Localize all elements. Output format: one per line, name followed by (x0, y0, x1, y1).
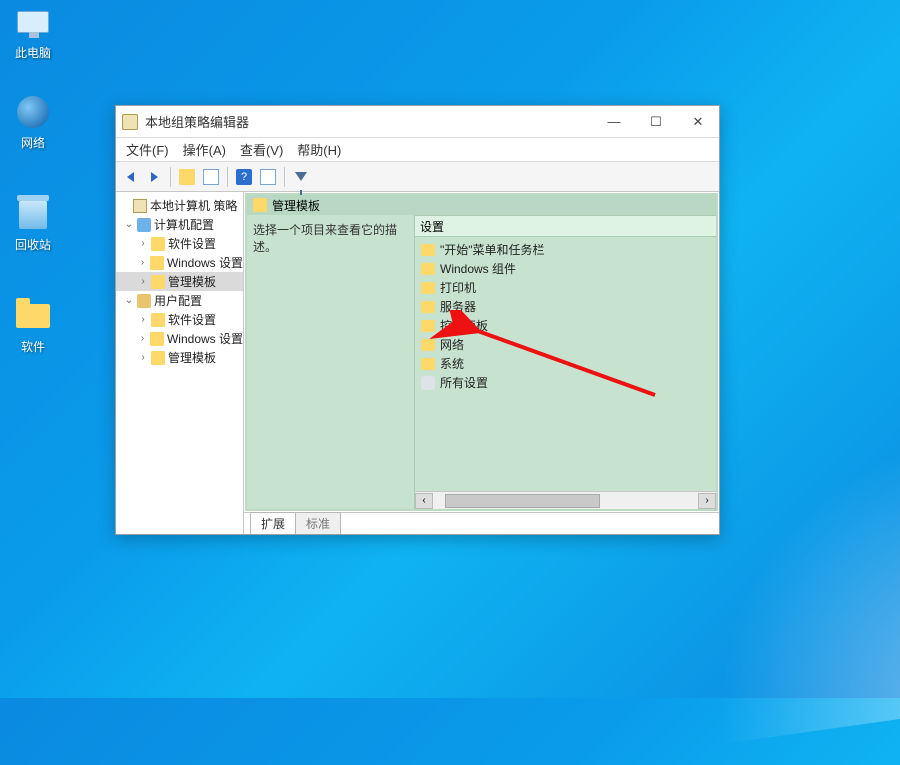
setting-server[interactable]: 服务器 (415, 297, 716, 316)
tree-computer-config[interactable]: ⌄ 计算机配置 (116, 215, 243, 234)
column-header-settings[interactable]: 设置 (415, 215, 716, 237)
help-button[interactable]: ? (233, 166, 255, 188)
tree-admin-templates-user[interactable]: › 管理模板 (116, 348, 243, 367)
scroll-thumb[interactable] (445, 494, 600, 508)
folder-up-icon (179, 169, 195, 185)
setting-start-menu[interactable]: "开始"菜单和任务栏 (415, 240, 716, 259)
setting-control-panel[interactable]: 控制面板 (415, 316, 716, 335)
scroll-left-button[interactable]: ‹ (415, 493, 433, 509)
folder-icon (150, 332, 164, 346)
desktop-icon-label: 网络 (21, 134, 45, 151)
menu-help[interactable]: 帮助(H) (297, 140, 341, 159)
tab-standard[interactable]: 标准 (295, 512, 341, 534)
scroll-right-button[interactable]: › (698, 493, 716, 509)
toolbar: ? (116, 162, 719, 192)
folder-icon (421, 263, 435, 275)
titlebar[interactable]: 本地组策略编辑器 — ☐ ✕ (116, 106, 719, 138)
setting-network[interactable]: 网络 (415, 335, 716, 354)
folder-icon (421, 244, 435, 256)
desktop-icon-network[interactable]: 网络 (0, 92, 67, 151)
desktop-icon-software[interactable]: 软件 (0, 296, 67, 355)
back-button[interactable] (119, 166, 141, 188)
window-title: 本地组策略编辑器 (145, 112, 249, 131)
folder-icon (16, 304, 50, 328)
properties-icon (260, 169, 276, 185)
folder-icon (151, 275, 165, 289)
list-icon (203, 169, 219, 185)
tree-user-config[interactable]: ⌄ 用户配置 (116, 291, 243, 310)
folder-icon (253, 198, 267, 212)
folder-icon (421, 339, 435, 351)
computer-icon (137, 218, 151, 232)
settings-list[interactable]: "开始"菜单和任务栏 Windows 组件 打印机 (415, 237, 716, 491)
user-icon (137, 294, 151, 308)
recycle-bin-icon (19, 199, 47, 229)
up-button[interactable] (176, 166, 198, 188)
tree-windows-settings[interactable]: › Windows 设置 (116, 253, 243, 272)
desktop-icon-recycle-bin[interactable]: 回收站 (0, 194, 67, 253)
content-pane: 管理模板 选择一个项目来查看它的描述。 设置 "开始"菜单和任务栏 (244, 192, 719, 534)
setting-all-settings[interactable]: 所有设置 (415, 373, 716, 392)
setting-windows-components[interactable]: Windows 组件 (415, 259, 716, 278)
desktop-icon-label: 此电脑 (15, 44, 51, 61)
tree-software-settings[interactable]: › 软件设置 (116, 234, 243, 253)
properties-button[interactable] (257, 166, 279, 188)
filter-button[interactable] (290, 166, 312, 188)
help-icon: ? (236, 169, 252, 185)
folder-icon (151, 237, 165, 251)
view-tabs: 扩展 标准 (244, 512, 719, 534)
policy-icon (133, 199, 147, 213)
forward-button[interactable] (143, 166, 165, 188)
globe-icon (17, 96, 49, 128)
folder-icon (421, 282, 435, 294)
tree-pane[interactable]: 本地计算机 策略 ⌄ 计算机配置 › 软件设置 › Windows 设置 › 管… (116, 192, 244, 534)
desktop-icon-label: 软件 (21, 338, 45, 355)
tree-root[interactable]: 本地计算机 策略 (116, 196, 243, 215)
menu-view[interactable]: 查看(V) (240, 140, 283, 159)
setting-printers[interactable]: 打印机 (415, 278, 716, 297)
show-hide-tree-button[interactable] (200, 166, 222, 188)
setting-system[interactable]: 系统 (415, 354, 716, 373)
folder-icon (421, 301, 435, 313)
menu-file[interactable]: 文件(F) (126, 140, 169, 159)
close-button[interactable]: ✕ (677, 106, 719, 138)
folder-icon (151, 351, 165, 365)
description-column: 选择一个项目来查看它的描述。 (247, 215, 415, 509)
arrow-left-icon (127, 172, 134, 182)
desktop-icon-this-pc[interactable]: 此电脑 (0, 2, 67, 61)
tree-windows-settings-user[interactable]: › Windows 设置 (116, 329, 243, 348)
desktop-icon-label: 回收站 (15, 236, 51, 253)
menubar: 文件(F) 操作(A) 查看(V) 帮助(H) (116, 138, 719, 162)
tree-admin-templates[interactable]: › 管理模板 (116, 272, 243, 291)
menu-action[interactable]: 操作(A) (183, 140, 226, 159)
pc-icon (17, 11, 49, 33)
arrow-right-icon (151, 172, 158, 182)
tree-software-settings-user[interactable]: › 软件设置 (116, 310, 243, 329)
folder-icon (421, 358, 435, 370)
gpedit-window: 本地组策略编辑器 — ☐ ✕ 文件(F) 操作(A) 查看(V) 帮助(H) ? (115, 105, 720, 535)
filter-icon (295, 172, 307, 181)
folder-icon (421, 320, 435, 332)
maximize-button[interactable]: ☐ (635, 106, 677, 138)
content-header: 管理模板 (247, 195, 716, 215)
window-controls: — ☐ ✕ (593, 106, 719, 138)
all-settings-icon (421, 376, 435, 390)
app-icon (122, 114, 138, 130)
horizontal-scrollbar[interactable]: ‹ › (415, 491, 716, 509)
folder-icon (150, 256, 164, 270)
minimize-button[interactable]: — (593, 106, 635, 138)
tab-extended[interactable]: 扩展 (250, 512, 296, 534)
folder-icon (151, 313, 165, 327)
